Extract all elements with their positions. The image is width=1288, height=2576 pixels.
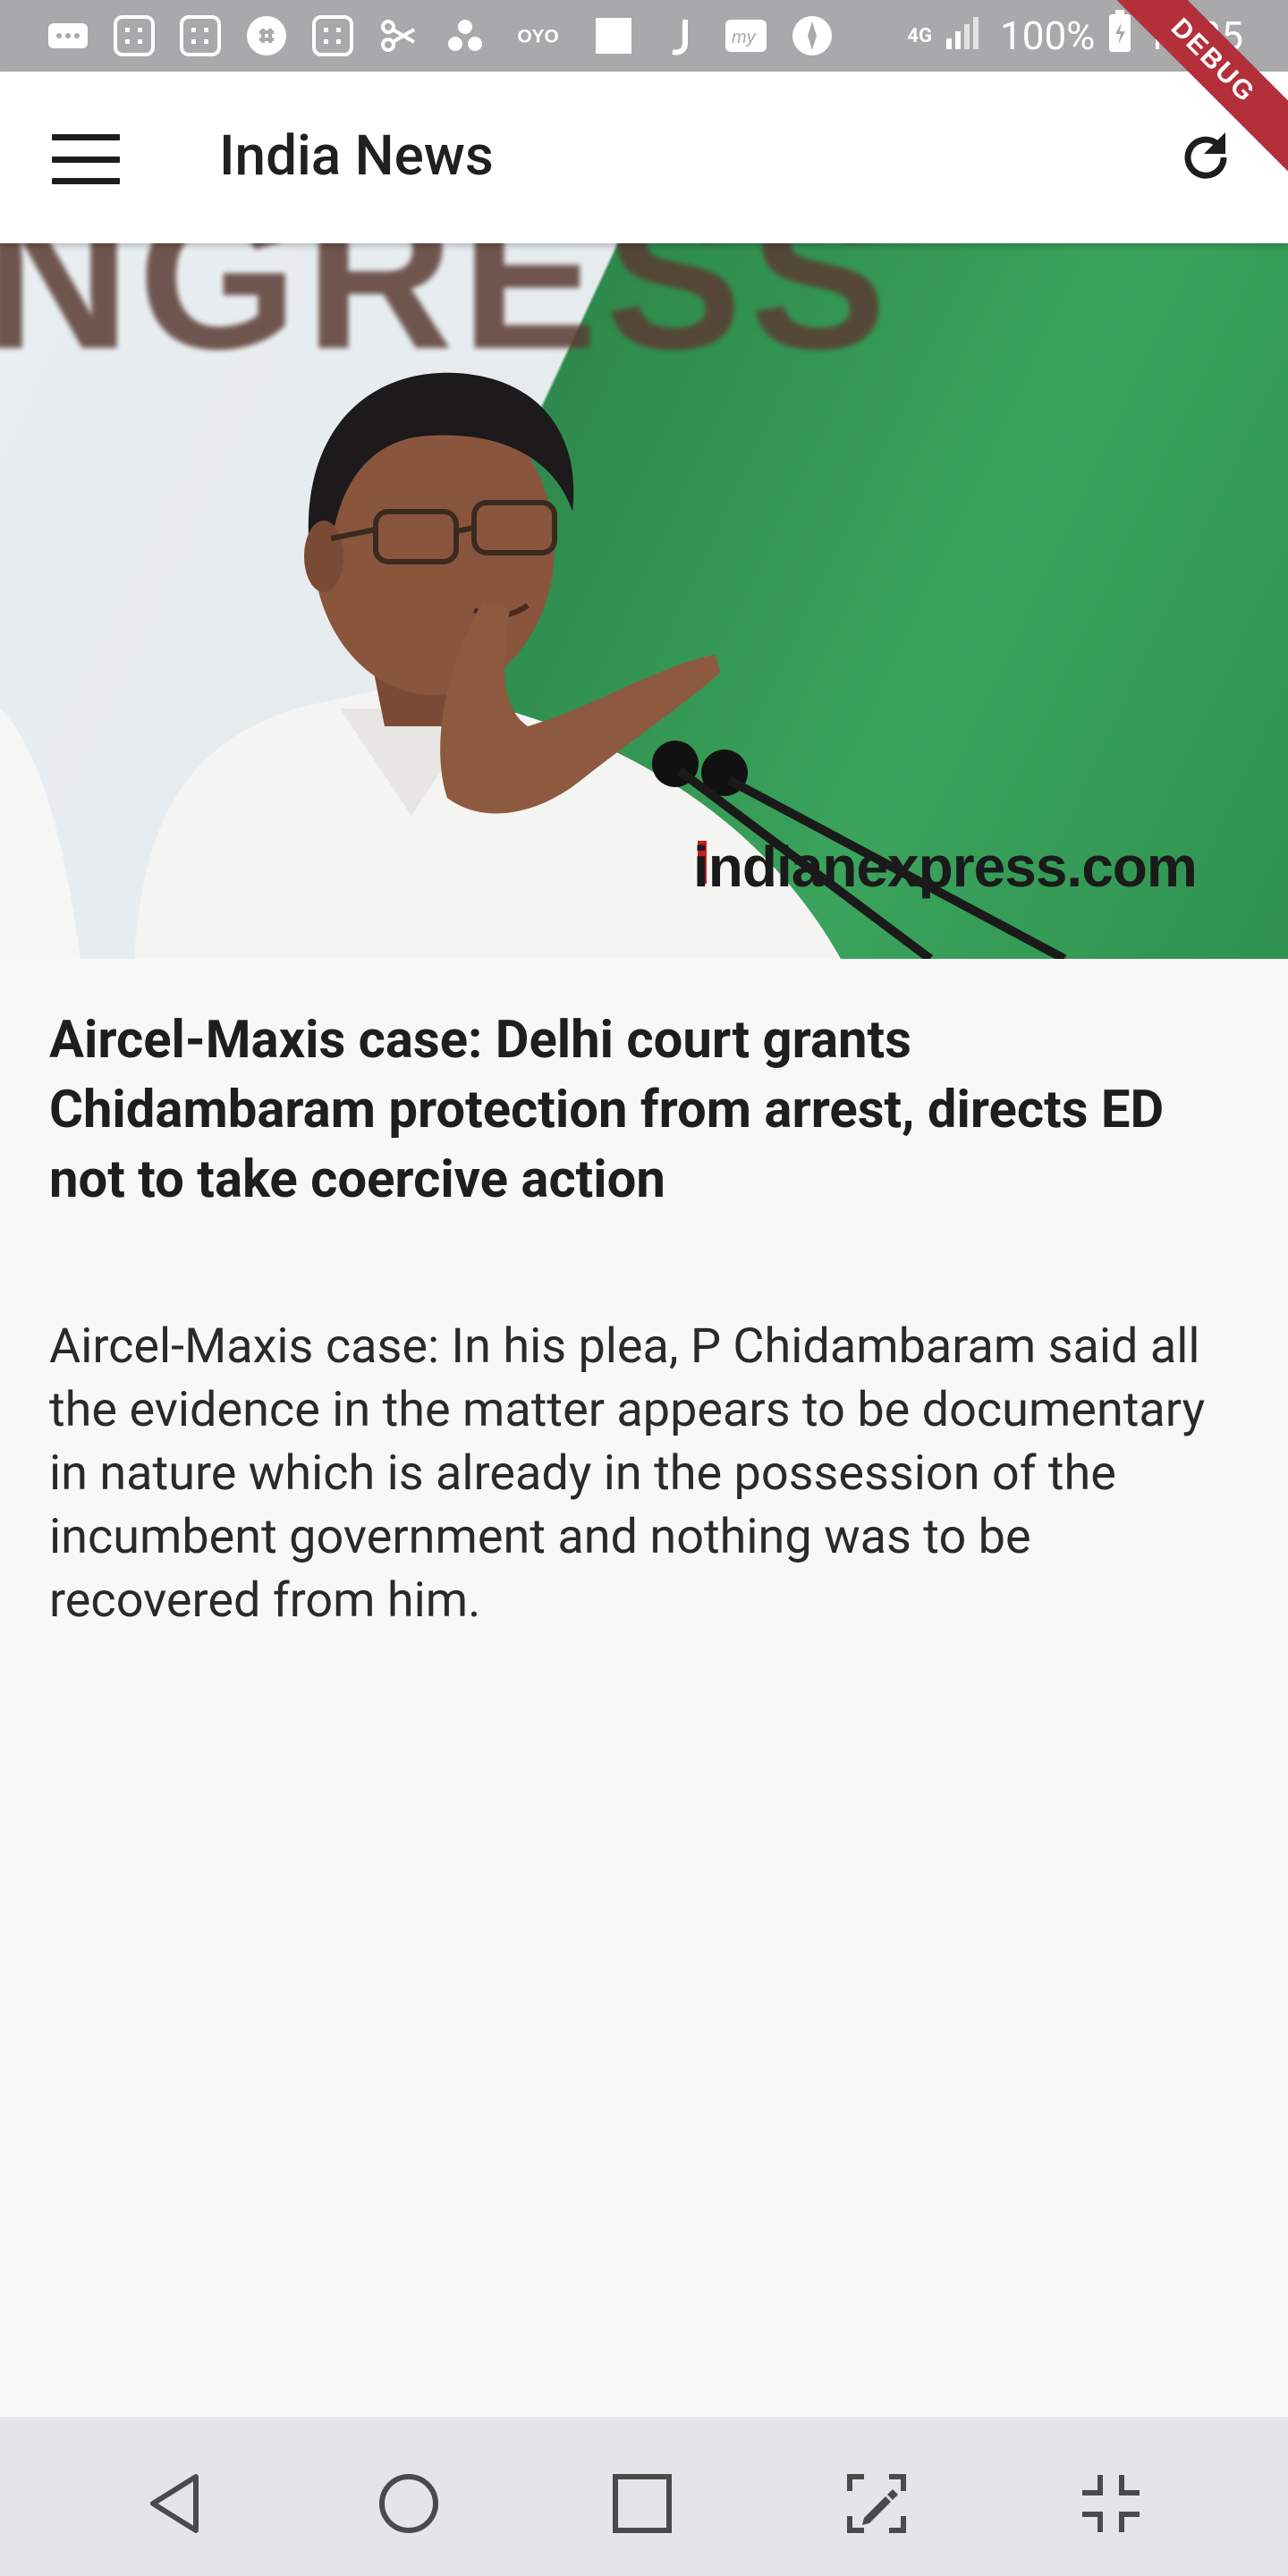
home-icon[interactable] bbox=[373, 2468, 445, 2539]
hamburger-icon[interactable] bbox=[52, 134, 120, 184]
compass-icon bbox=[789, 13, 835, 59]
refresh-icon[interactable] bbox=[1174, 125, 1238, 190]
status-bar: OYO my 4G 100% 14:35 bbox=[0, 0, 1288, 72]
article-headline[interactable]: Aircel-Maxis case: Delhi court grants Ch… bbox=[49, 1005, 1248, 1215]
calc-icon bbox=[177, 13, 224, 59]
back-icon[interactable] bbox=[140, 2468, 212, 2539]
article-image[interactable]: NGRESS indianexpress.com bbox=[0, 243, 1288, 959]
svg-text:my: my bbox=[732, 28, 757, 47]
calc-icon bbox=[111, 13, 157, 59]
article-summary: Aircel-Maxis case: In his plea, P Chidam… bbox=[49, 1318, 1206, 1629]
network-icon: 4G bbox=[907, 24, 932, 47]
oyo-icon: OYO bbox=[508, 13, 571, 59]
square-icon bbox=[590, 13, 637, 59]
page-title: India News bbox=[219, 123, 494, 189]
system-nav-bar bbox=[0, 2417, 1288, 2576]
app-bar: India News bbox=[0, 72, 1288, 243]
svg-text:OYO: OYO bbox=[517, 26, 558, 47]
collapse-icon[interactable] bbox=[1075, 2468, 1147, 2539]
recents-icon[interactable] bbox=[606, 2468, 678, 2539]
message-icon bbox=[45, 13, 91, 59]
slack-icon bbox=[243, 13, 290, 59]
j-icon bbox=[657, 13, 703, 59]
battery-icon bbox=[1107, 9, 1132, 63]
battery-percent: 100% bbox=[1000, 13, 1096, 59]
edit-screenshot-icon[interactable] bbox=[841, 2468, 912, 2539]
scissor-icon bbox=[376, 13, 422, 59]
notification-icons: OYO my bbox=[45, 13, 835, 59]
signal-icon bbox=[945, 12, 987, 61]
dots-icon bbox=[442, 13, 488, 59]
calc-icon bbox=[309, 13, 356, 59]
my-icon: my bbox=[723, 13, 769, 59]
image-watermark: indianexpress.com bbox=[693, 835, 1198, 899]
